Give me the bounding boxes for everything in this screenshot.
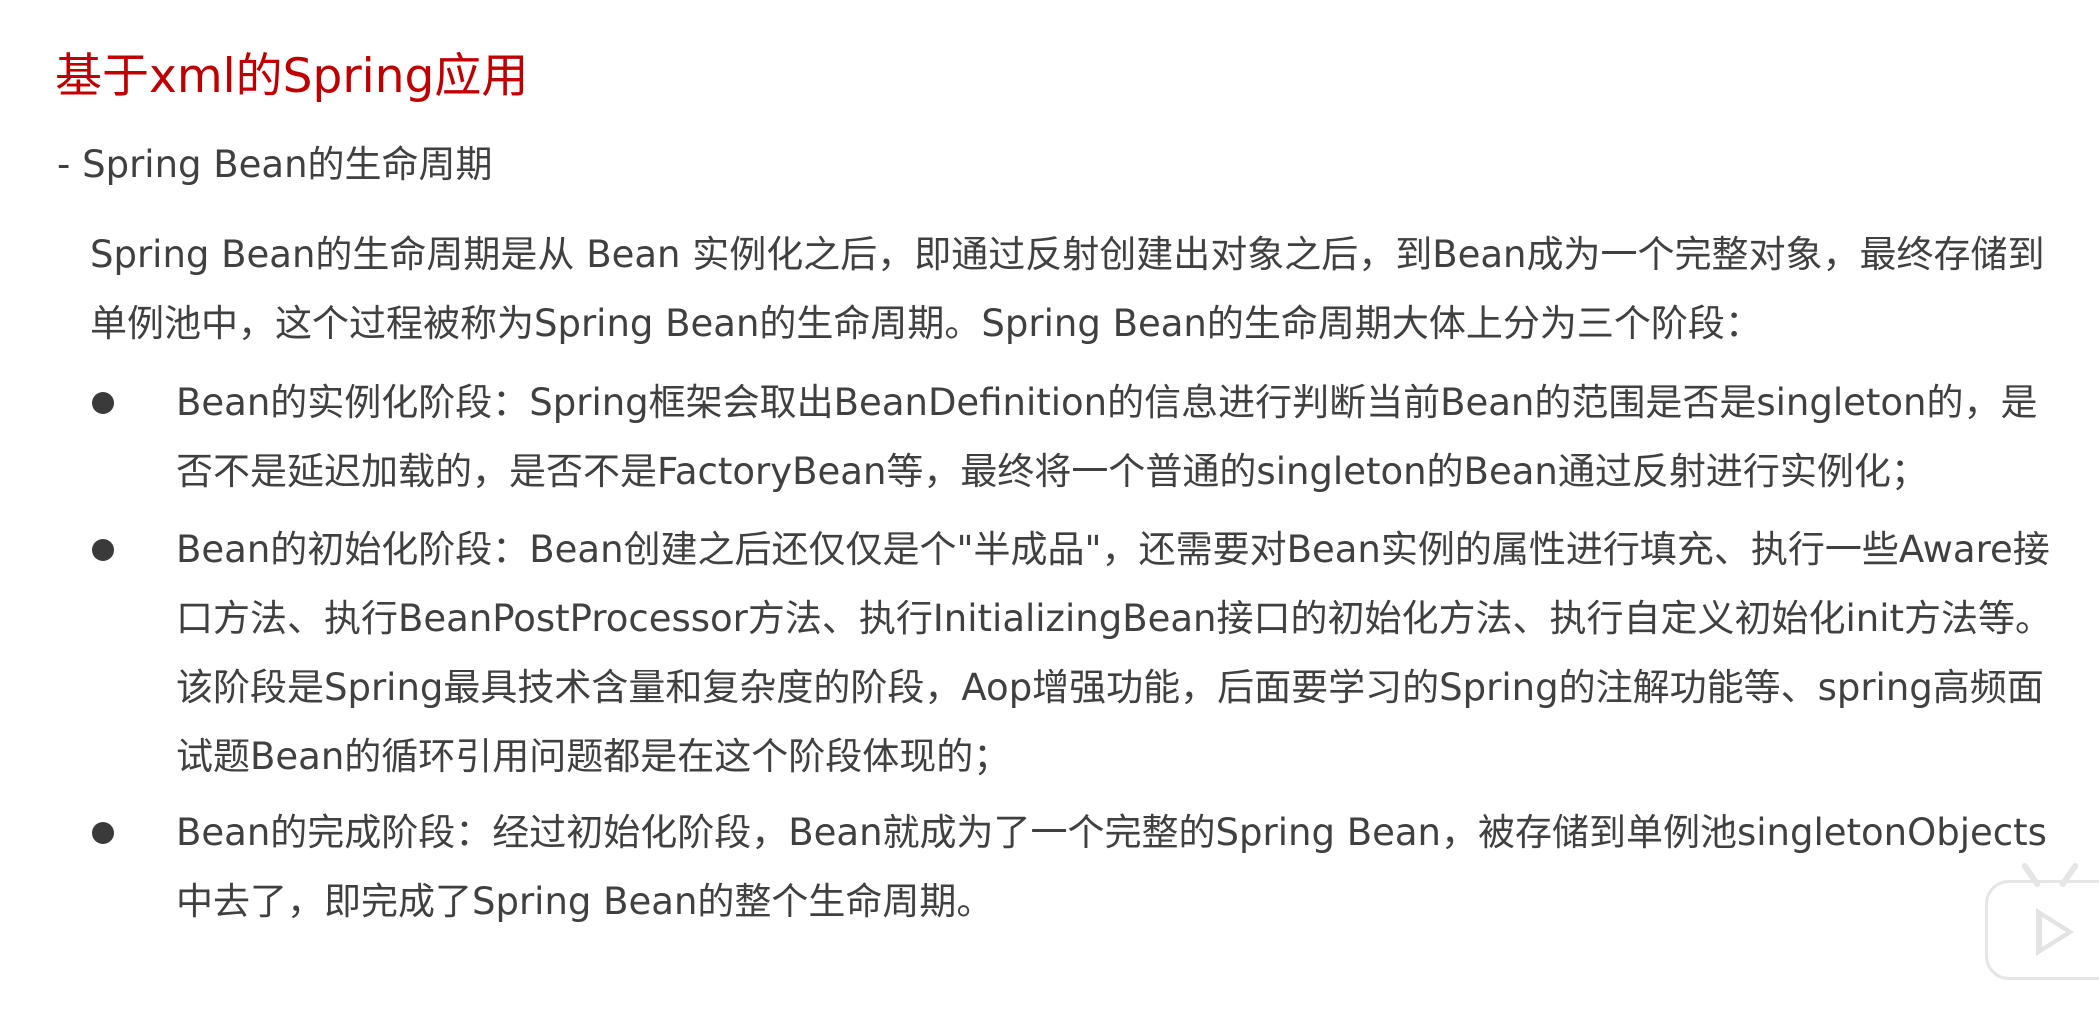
bullet-dot-icon [92, 822, 114, 844]
bullet-dot-icon [92, 539, 114, 561]
tv-antenna-right-icon [2058, 861, 2080, 889]
bullet-text: Bean的初始化阶段：Bean创建之后还仅仅是个"半成品"，还需要对Bean实例… [176, 528, 2052, 778]
video-play-button[interactable] [1985, 861, 2099, 980]
section-subtitle: - Spring Bean的生命周期 [57, 143, 493, 186]
bullet-item-completion: Bean的完成阶段：经过初始化阶段，Bean就成为了一个完整的Spring Be… [92, 798, 2056, 936]
slide-page: 基于xml的Spring应用 - Spring Bean的生命周期 Spring… [0, 0, 2099, 1016]
play-icon-inner [2042, 917, 2066, 947]
slide-title: 基于xml的Spring应用 [55, 49, 529, 104]
bullet-text: Bean的实例化阶段：Spring框架会取出BeanDefinition的信息进… [176, 381, 2038, 493]
bullet-text: Bean的完成阶段：经过初始化阶段，Bean就成为了一个完整的Spring Be… [176, 811, 2047, 923]
bullet-dot-icon [92, 392, 114, 414]
intro-paragraph: Spring Bean的生命周期是从 Bean 实例化之后，即通过反射创建出对象… [90, 233, 2045, 345]
bullet-item-initialization: Bean的初始化阶段：Bean创建之后还仅仅是个"半成品"，还需要对Bean实例… [92, 515, 2056, 791]
bullet-item-instantiation: Bean的实例化阶段：Spring框架会取出BeanDefinition的信息进… [92, 368, 2056, 506]
